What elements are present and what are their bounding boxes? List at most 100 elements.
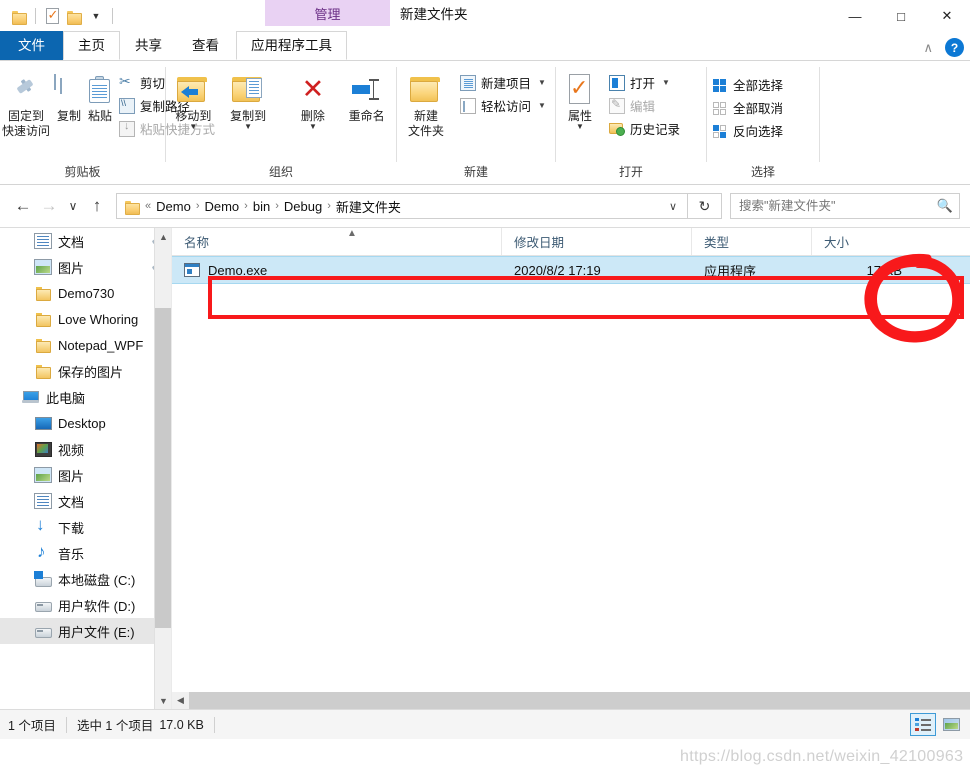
pin-to-quick-access-button[interactable]: 固定到 快速访问 — [0, 67, 52, 139]
help-icon[interactable]: ? — [945, 38, 964, 57]
paste-button[interactable]: 粘贴 — [86, 67, 114, 124]
sidebar-item[interactable]: 图片 — [0, 254, 171, 280]
collapse-ribbon-icon[interactable]: ∧ — [923, 40, 933, 56]
tab-home[interactable]: 主页 — [63, 31, 120, 60]
sidebar-item[interactable]: 文档 — [0, 488, 171, 514]
breadcrumb-item-3[interactable]: Debug — [280, 195, 326, 217]
selection-label: 选中 1 个项目 — [76, 719, 154, 733]
column-header-type[interactable]: 类型 — [692, 228, 812, 255]
sidebar-item[interactable]: 保存的图片 — [0, 358, 171, 384]
refresh-button[interactable]: ↻ — [688, 193, 722, 219]
column-header-name[interactable]: 名称 ▲ — [172, 228, 502, 255]
column-header-modified[interactable]: 修改日期 — [502, 228, 692, 255]
copy-button[interactable]: 复制 — [52, 67, 86, 124]
search-input[interactable] — [737, 198, 937, 214]
tab-view[interactable]: 查看 — [177, 31, 234, 60]
scrollbar-track[interactable] — [189, 692, 970, 709]
tab-share[interactable]: 共享 — [120, 31, 177, 60]
search-box[interactable]: 🔍 — [730, 193, 960, 219]
open-label: 打开 — [630, 77, 656, 91]
rename-icon — [351, 71, 383, 109]
delete-icon: ✕ — [301, 74, 325, 104]
breadcrumb-folder-icon[interactable] — [121, 195, 144, 217]
scroll-down-icon[interactable]: ▼ — [155, 692, 171, 709]
sidebar-item[interactable]: Notepad_WPF — [0, 332, 171, 358]
new-item-button[interactable]: 新建项目 ▼ — [455, 71, 551, 94]
properties-icon[interactable] — [41, 5, 63, 27]
delete-button[interactable]: ✕ 删除 ▼ — [288, 67, 337, 131]
recent-locations-button[interactable]: ∨ — [62, 193, 84, 219]
sidebar-item[interactable]: 用户文件 (E:) — [0, 618, 171, 644]
breadcrumb-overflow[interactable]: « — [144, 200, 152, 212]
back-button[interactable]: ← — [10, 193, 36, 219]
minimize-button[interactable]: — — [832, 0, 878, 32]
select-none-button[interactable]: 全部取消 — [707, 96, 788, 119]
new-folder-button[interactable]: 新建 文件夹 — [397, 67, 455, 139]
column-header-size[interactable]: 大小 — [812, 228, 912, 255]
chevron-down-icon[interactable]: ▼ — [85, 5, 107, 27]
sidebar-item[interactable]: 本地磁盘 (C:) — [0, 566, 171, 592]
history-button[interactable]: 历史记录 — [604, 117, 685, 140]
tab-file[interactable]: 文件 — [0, 31, 63, 60]
file-list-horizontal-scrollbar[interactable]: ◀ — [172, 692, 970, 709]
open-small-commands: 打开 ▼ 编辑 历史记录 — [604, 67, 685, 140]
maximize-button[interactable]: □ — [878, 0, 924, 32]
new-folder-icon[interactable] — [63, 5, 85, 27]
sidebar-item[interactable]: Desktop — [0, 410, 171, 436]
select-all-button[interactable]: 全部选择 — [707, 73, 788, 96]
watermark-text: https://blog.csdn.net/weixin_42100963 — [680, 748, 964, 765]
sidebar-item[interactable]: 此电脑 — [0, 384, 171, 410]
rename-button[interactable]: 重命名 — [337, 67, 396, 124]
sidebar-item-label: 文档 — [58, 234, 85, 250]
copy-to-button[interactable]: 复制到 ▼ — [221, 67, 276, 131]
breadcrumb[interactable]: « Demo › Demo › bin › Debug › 新建文件夹 ∨ — [116, 193, 688, 219]
breadcrumb-item-2[interactable]: bin — [249, 195, 274, 217]
invert-selection-button[interactable]: 反向选择 — [707, 119, 788, 142]
chevron-down-icon[interactable]: ▼ — [189, 123, 197, 131]
desktop-icon — [34, 415, 52, 431]
pin-label-2: 快速访问 — [2, 124, 51, 138]
breadcrumb-item-0[interactable]: Demo — [152, 195, 195, 217]
properties-button[interactable]: ✓ 属性 ▼ — [556, 67, 604, 131]
edit-button[interactable]: 编辑 — [604, 94, 685, 117]
chevron-down-icon[interactable]: ▼ — [538, 78, 546, 87]
chevron-down-icon[interactable]: ▼ — [576, 123, 584, 131]
open-button[interactable]: 打开 ▼ — [604, 71, 685, 94]
easy-access-button[interactable]: 轻松访问 ▼ — [455, 94, 551, 117]
tab-application-tools[interactable]: 应用程序工具 — [236, 31, 347, 60]
table-row[interactable]: Demo.exe 2020/8/2 17:19 应用程序 17 KB — [172, 256, 970, 284]
nav-pane-scrollbar[interactable]: ▲ ▼ — [154, 228, 171, 709]
chevron-down-icon[interactable]: ▼ — [538, 101, 546, 110]
sidebar-item[interactable]: 用户软件 (D:) — [0, 592, 171, 618]
search-icon[interactable]: 🔍 — [937, 198, 953, 214]
folder-icon[interactable] — [8, 5, 30, 27]
downloads-icon — [34, 515, 52, 535]
column-header-modified-label: 修改日期 — [514, 236, 565, 250]
sidebar-item-label: 保存的图片 — [58, 364, 124, 380]
sidebar-item[interactable]: 图片 — [0, 462, 171, 488]
chevron-down-icon[interactable]: ∨ — [663, 200, 683, 213]
chevron-down-icon[interactable]: ▼ — [309, 123, 317, 131]
easy-access-label: 轻松访问 — [481, 100, 532, 114]
details-view-button[interactable] — [910, 713, 936, 736]
sidebar-item[interactable]: 下载 — [0, 514, 171, 540]
sidebar-item[interactable]: 音乐 — [0, 540, 171, 566]
sidebar-item[interactable]: 文档 — [0, 228, 171, 254]
close-button[interactable]: ✕ — [924, 0, 970, 32]
chevron-down-icon[interactable]: ▼ — [662, 78, 670, 87]
scroll-left-icon[interactable]: ◀ — [172, 692, 189, 709]
sidebar-item[interactable]: Love Whoring — [0, 306, 171, 332]
edit-label: 编辑 — [630, 100, 656, 114]
move-to-button[interactable]: 移动到 ▼ — [166, 67, 221, 131]
chevron-down-icon[interactable]: ▼ — [244, 123, 252, 131]
forward-button[interactable]: → — [36, 193, 62, 219]
breadcrumb-item-1[interactable]: Demo — [200, 195, 243, 217]
sidebar-item[interactable]: 视频 — [0, 436, 171, 462]
scroll-up-icon[interactable]: ▲ — [155, 228, 171, 245]
breadcrumb-item-4[interactable]: 新建文件夹 — [332, 195, 405, 217]
sidebar-item[interactable]: Demo730 — [0, 280, 171, 306]
contextual-tab-group-label[interactable]: 管理 — [265, 0, 390, 26]
scrollbar-thumb[interactable] — [155, 308, 171, 628]
large-icons-view-button[interactable] — [938, 713, 964, 736]
up-button[interactable]: ↑ — [84, 193, 110, 219]
